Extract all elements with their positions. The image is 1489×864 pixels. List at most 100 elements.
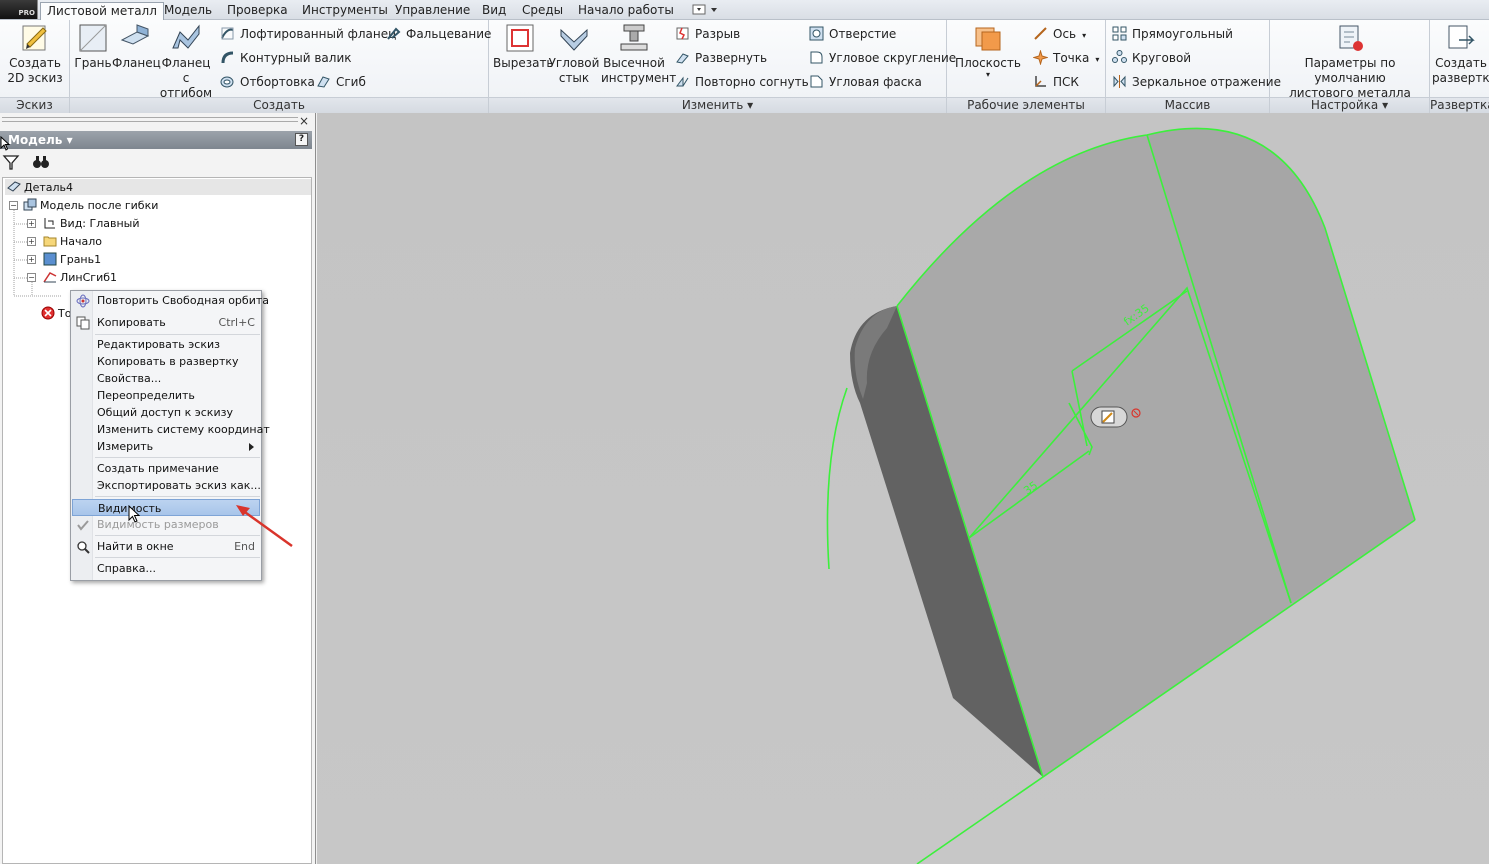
hem-button[interactable]: Фальцевание: [386, 24, 491, 44]
tab-sheet-metal[interactable]: Листовой металл: [40, 2, 164, 21]
tab-model[interactable]: Модель: [158, 2, 218, 20]
menu-item-copy-to-flat[interactable]: Копировать в развертку: [72, 353, 260, 370]
panel-work-features: Плоскость ▾ Ось ▾ Точка ▾ ПСК Рабочие элем…: [947, 20, 1106, 113]
corner-chamfer-icon: [809, 74, 824, 89]
close-icon[interactable]: ×: [299, 114, 309, 128]
corner-round-icon: [809, 50, 824, 65]
menu-item-label: Копировать: [97, 316, 166, 329]
menu-item-edit-sketch[interactable]: Редактировать эскиз: [72, 336, 260, 353]
create-2d-sketch-button[interactable]: Создать 2D эскиз: [4, 22, 66, 86]
menu-item-label: Экспортировать эскиз как...: [97, 479, 261, 492]
tree-node-bend1-label: ЛинСгиб1: [60, 271, 118, 284]
browser-grip[interactable]: [2, 117, 298, 122]
menu-item-export-sketch[interactable]: Экспортировать эскиз как...: [72, 477, 261, 494]
tab-view[interactable]: Вид: [476, 2, 512, 20]
find-binoculars-icon[interactable]: [32, 154, 50, 173]
tree-node-origin-label: Начало: [60, 235, 103, 248]
punch-tool-button[interactable]: Высечной инструмент: [601, 22, 676, 86]
contour-flange-button[interactable]: Фланец с отгибом: [158, 22, 214, 101]
chevron-down-icon: ▾: [1095, 55, 1100, 64]
menu-item-properties[interactable]: Свойства...: [72, 370, 260, 387]
cut-button[interactable]: Вырезать: [493, 22, 554, 71]
panel-modify-label[interactable]: Изменить ▾: [489, 97, 946, 113]
rip-label: Разрыв: [695, 27, 741, 41]
rectangular-pattern-label: Прямоугольный: [1132, 27, 1233, 41]
menu-item-label: Свойства...: [97, 372, 162, 385]
flanging-button[interactable]: Отбортовка: [220, 72, 315, 92]
corner-seam-button[interactable]: Угловой стык: [547, 22, 601, 86]
menu-item-measure[interactable]: Измерить: [72, 438, 260, 455]
tab-manage[interactable]: Управление: [389, 2, 476, 20]
application-menu-button[interactable]: PRO: [0, 0, 38, 19]
sheet-metal-defaults-button[interactable]: Параметры по умолчанию листового металла: [1272, 22, 1428, 101]
menu-item-copy[interactable]: Копировать Ctrl+C: [72, 314, 260, 331]
refold-button[interactable]: Повторно согнуть: [675, 72, 809, 92]
tab-tools[interactable]: Инструменты: [296, 2, 394, 20]
menu-item-help[interactable]: Справка...: [72, 560, 260, 577]
ribbon-options-icon[interactable]: [692, 4, 720, 16]
corner-chamfer-button[interactable]: Угловая фаска: [809, 72, 922, 92]
browser-title-bar[interactable]: Модель ▾ ?: [0, 131, 312, 149]
circular-pattern-button[interactable]: Круговой: [1112, 48, 1191, 68]
menu-item-edit-coordinate-system[interactable]: Изменить систему координат: [72, 421, 270, 438]
axis-button[interactable]: Ось ▾: [1033, 24, 1086, 44]
menu-separator: [95, 457, 260, 458]
filter-icon[interactable]: [2, 153, 20, 174]
panel-setup-label[interactable]: Настройка ▾: [1270, 97, 1429, 113]
panel-flat-pattern-label: Развертка: [1430, 97, 1489, 113]
point-icon: [1032, 49, 1049, 66]
mirror-label: Зеркальное отражение: [1132, 75, 1281, 89]
menu-item-redefine[interactable]: Переопределить: [72, 387, 260, 404]
create-flat-pattern-button[interactable]: Создать развертку: [1432, 22, 1489, 86]
sketch-icon: [19, 22, 51, 54]
flanging-label: Отбортовка: [240, 75, 315, 89]
contour-roll-button[interactable]: Контурный валик: [220, 48, 352, 68]
lofted-flange-button[interactable]: Лофтированный фланец: [220, 24, 396, 44]
tab-get-started[interactable]: Начало работы: [572, 2, 680, 20]
menu-item-label: Редактировать эскиз: [97, 338, 220, 351]
menu-item-label: Найти в окне: [97, 540, 174, 553]
bend-button[interactable]: Сгиб: [316, 72, 366, 92]
menu-item-create-note[interactable]: Создать примечание: [72, 460, 260, 477]
mouse-cursor-icon: [0, 136, 10, 151]
flange-button[interactable]: Фланец: [112, 22, 161, 71]
panel-create: Грань Фланец Фланец с отгибом Лофтирован…: [70, 20, 491, 113]
cut-label: Вырезать: [493, 56, 554, 70]
browser-toolbar: [0, 149, 312, 177]
mirror-button[interactable]: Зеркальное отражение: [1112, 72, 1281, 92]
app-badge: PRO: [18, 9, 35, 17]
axis-icon: [1033, 26, 1048, 41]
menu-item-label: Копировать в развертку: [97, 355, 239, 368]
face-button[interactable]: Грань: [74, 22, 112, 71]
refold-icon: [675, 74, 690, 89]
circular-pattern-label: Круговой: [1132, 51, 1192, 65]
ribbon-tab-bar: PRO Листовой металл Модель Проверка Инст…: [0, 0, 1489, 21]
browser-title: Модель: [8, 133, 63, 147]
face-label: Грань: [74, 56, 112, 70]
menu-item-share-sketch[interactable]: Общий доступ к эскизу: [72, 404, 260, 421]
rip-button[interactable]: Разрыв: [675, 24, 740, 44]
plane-button[interactable]: Плоскость ▾: [953, 22, 1023, 79]
ucs-button[interactable]: ПСК: [1033, 72, 1079, 92]
ucs-icon: [1033, 74, 1048, 89]
model-graphics[interactable]: fx:35 35: [317, 113, 1489, 864]
tab-environments[interactable]: Среды: [516, 2, 569, 20]
help-icon[interactable]: ?: [295, 133, 308, 146]
chevron-down-icon: ▾: [985, 70, 990, 79]
menu-item-repeat-free-orbit[interactable]: Повторить Свободная орбита: [72, 292, 269, 309]
tab-inspect[interactable]: Проверка: [221, 2, 294, 20]
corner-round-label: Угловое скругление: [829, 51, 957, 65]
unfold-button[interactable]: Развернуть: [675, 48, 767, 68]
menu-item-label: Видимость размеров: [97, 518, 219, 531]
graphics-viewport[interactable]: fx:35 35: [317, 113, 1489, 864]
corner-round-button[interactable]: Угловое скругление: [809, 48, 956, 68]
rectangular-pattern-button[interactable]: Прямоугольный: [1112, 24, 1233, 44]
hole-button[interactable]: Отверстие: [809, 24, 896, 44]
lofted-flange-label: Лофтированный фланец: [240, 27, 397, 41]
lofted-flange-icon: [220, 26, 235, 41]
circular-pattern-icon: [1112, 50, 1127, 65]
point-button[interactable]: Точка ▾: [1032, 48, 1100, 68]
panel-pattern: Прямоугольный Круговой Зеркальное отраже…: [1106, 20, 1281, 113]
unfold-icon: [675, 50, 690, 65]
tree-node-view-label: Вид: Главный: [60, 217, 140, 230]
